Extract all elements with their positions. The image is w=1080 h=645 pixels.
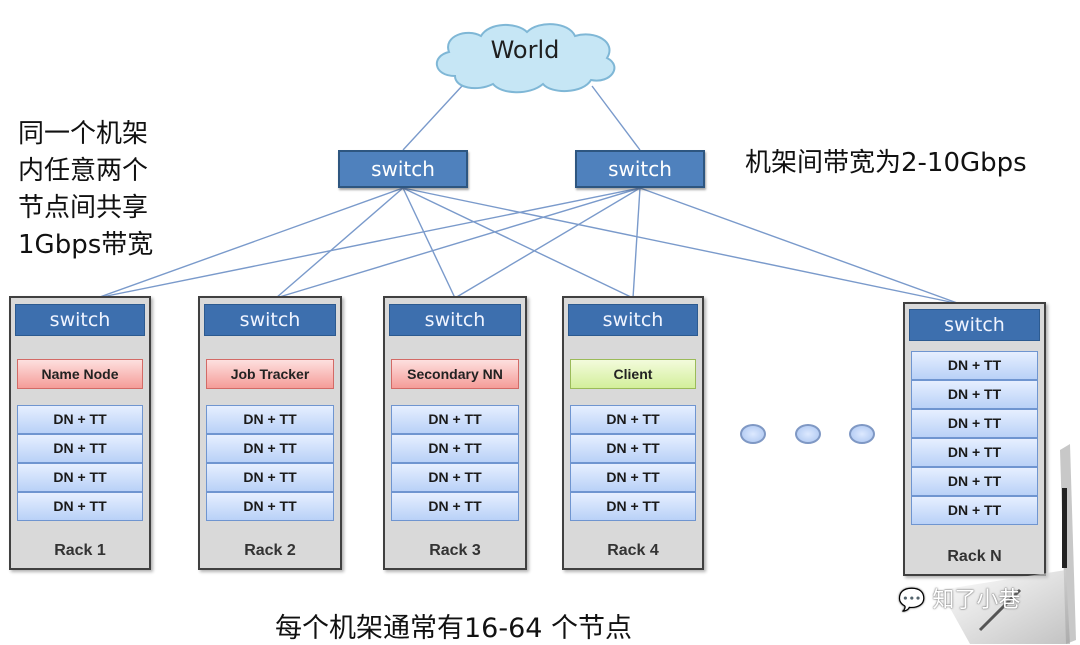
data-node[interactable]: DN + TT [17, 463, 143, 492]
client-node[interactable]: Client [570, 359, 696, 389]
rack-switch[interactable]: switch [15, 304, 145, 336]
rack-switch[interactable]: switch [389, 304, 521, 336]
rack-label: Rack 2 [244, 542, 296, 559]
core-switch-1[interactable]: switch [338, 150, 468, 188]
rack-link-line [402, 187, 634, 299]
data-node[interactable]: DN + TT [17, 492, 143, 521]
rack-label: Rack 3 [429, 542, 481, 559]
rack-link-line [402, 187, 961, 305]
inter-rack-bandwidth-note: 机架间带宽为2-10Gbps [745, 148, 1027, 178]
rack-link-line [96, 187, 641, 299]
data-node[interactable]: DN + TT [570, 405, 696, 434]
rack-4: switch Client DN + TT DN + TT DN + TT DN… [562, 296, 704, 570]
rack-3: switch Secondary NN DN + TT DN + TT DN +… [383, 296, 527, 570]
data-node[interactable]: DN + TT [570, 492, 696, 521]
data-node[interactable]: DN + TT [570, 434, 696, 463]
intra-rack-bandwidth-note: 同一个机架 内任意两个 节点间共享 1Gbps带宽 [18, 119, 154, 260]
data-node[interactable]: DN + TT [391, 434, 519, 463]
data-node[interactable]: DN + TT [17, 405, 143, 434]
rack-link-line [275, 187, 641, 299]
data-node[interactable]: DN + TT [391, 405, 519, 434]
data-node[interactable]: DN + TT [570, 463, 696, 492]
rack-link-line [639, 187, 961, 305]
watermark-text: 知了小巷 [932, 588, 1021, 613]
rack-1: switch Name Node DN + TT DN + TT DN + TT… [9, 296, 151, 570]
rack-link-line [275, 187, 404, 299]
rack-label: Rack 4 [607, 542, 659, 559]
data-node[interactable]: DN + TT [206, 463, 334, 492]
ellipsis-dot [795, 424, 821, 444]
data-node[interactable]: DN + TT [206, 492, 334, 521]
data-node[interactable]: DN + TT [911, 409, 1038, 438]
secondary-name-node[interactable]: Secondary NN [391, 359, 519, 389]
rack-switch[interactable]: switch [909, 309, 1040, 341]
data-node[interactable]: DN + TT [391, 463, 519, 492]
watermark: 💬 知了小巷 [898, 582, 1020, 614]
rack-switch[interactable]: switch [204, 304, 336, 336]
ellipsis-dot [849, 424, 875, 444]
rack-link-line [632, 187, 641, 299]
core-switch-2[interactable]: switch [575, 150, 705, 188]
data-node[interactable]: DN + TT [911, 380, 1038, 409]
data-node[interactable]: DN + TT [206, 434, 334, 463]
wechat-icon: 💬 [898, 588, 926, 613]
rack-label: Rack 1 [54, 542, 106, 559]
ellipsis-dot [740, 424, 766, 444]
rack-2: switch Job Tracker DN + TT DN + TT DN + … [198, 296, 342, 570]
data-node[interactable]: DN + TT [17, 434, 143, 463]
data-node[interactable]: DN + TT [206, 405, 334, 434]
job-tracker[interactable]: Job Tracker [206, 359, 334, 389]
data-node[interactable]: DN + TT [391, 492, 519, 521]
rack-switch[interactable]: switch [568, 304, 698, 336]
data-node[interactable]: DN + TT [911, 351, 1038, 380]
rack-link-line [402, 187, 456, 299]
name-node[interactable]: Name Node [17, 359, 143, 389]
world-label: World [490, 36, 560, 64]
nodes-per-rack-note: 每个机架通常有16-64 个节点 [275, 613, 633, 644]
